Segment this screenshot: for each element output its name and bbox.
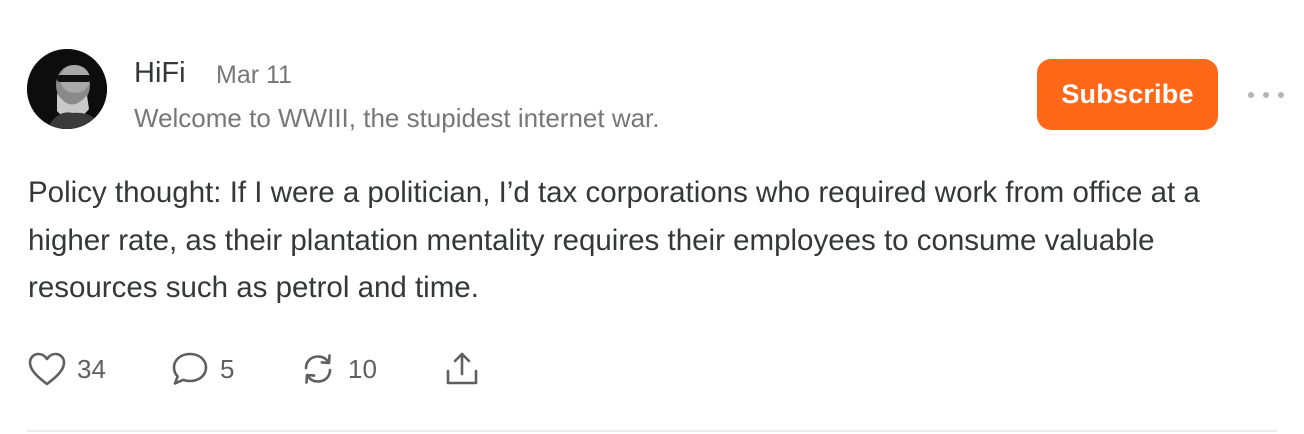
restack-count: 10 xyxy=(348,354,377,384)
comment-button[interactable]: 5 xyxy=(170,346,234,392)
author-avatar[interactable] xyxy=(27,49,107,129)
author-name[interactable]: HiFi xyxy=(134,55,186,91)
author-bio: Welcome to WWIII, the stupidest internet… xyxy=(134,103,660,133)
ellipsis-dot xyxy=(1278,92,1284,98)
more-options-button[interactable] xyxy=(1248,84,1284,106)
like-count: 34 xyxy=(77,354,106,384)
bottom-divider xyxy=(27,430,1277,432)
restack-arrows-icon xyxy=(298,350,338,388)
speech-bubble-icon xyxy=(170,350,210,388)
like-button[interactable]: 34 xyxy=(27,346,106,392)
subscribe-button[interactable]: Subscribe xyxy=(1037,59,1218,130)
heart-icon xyxy=(27,351,67,387)
note-card: HiFi Mar 11 Welcome to WWIII, the stupid… xyxy=(0,0,1304,434)
ellipsis-icon xyxy=(1248,92,1254,98)
note-body-text: Policy thought: If I were a politician, … xyxy=(28,176,1200,304)
share-button[interactable] xyxy=(442,346,482,392)
comment-count: 5 xyxy=(220,354,235,384)
post-date[interactable]: Mar 11 xyxy=(216,60,292,90)
avatar-portrait-image xyxy=(27,49,107,129)
ellipsis-dot xyxy=(1263,92,1269,98)
share-upload-icon xyxy=(442,349,482,389)
restack-button[interactable]: 10 xyxy=(298,346,377,392)
